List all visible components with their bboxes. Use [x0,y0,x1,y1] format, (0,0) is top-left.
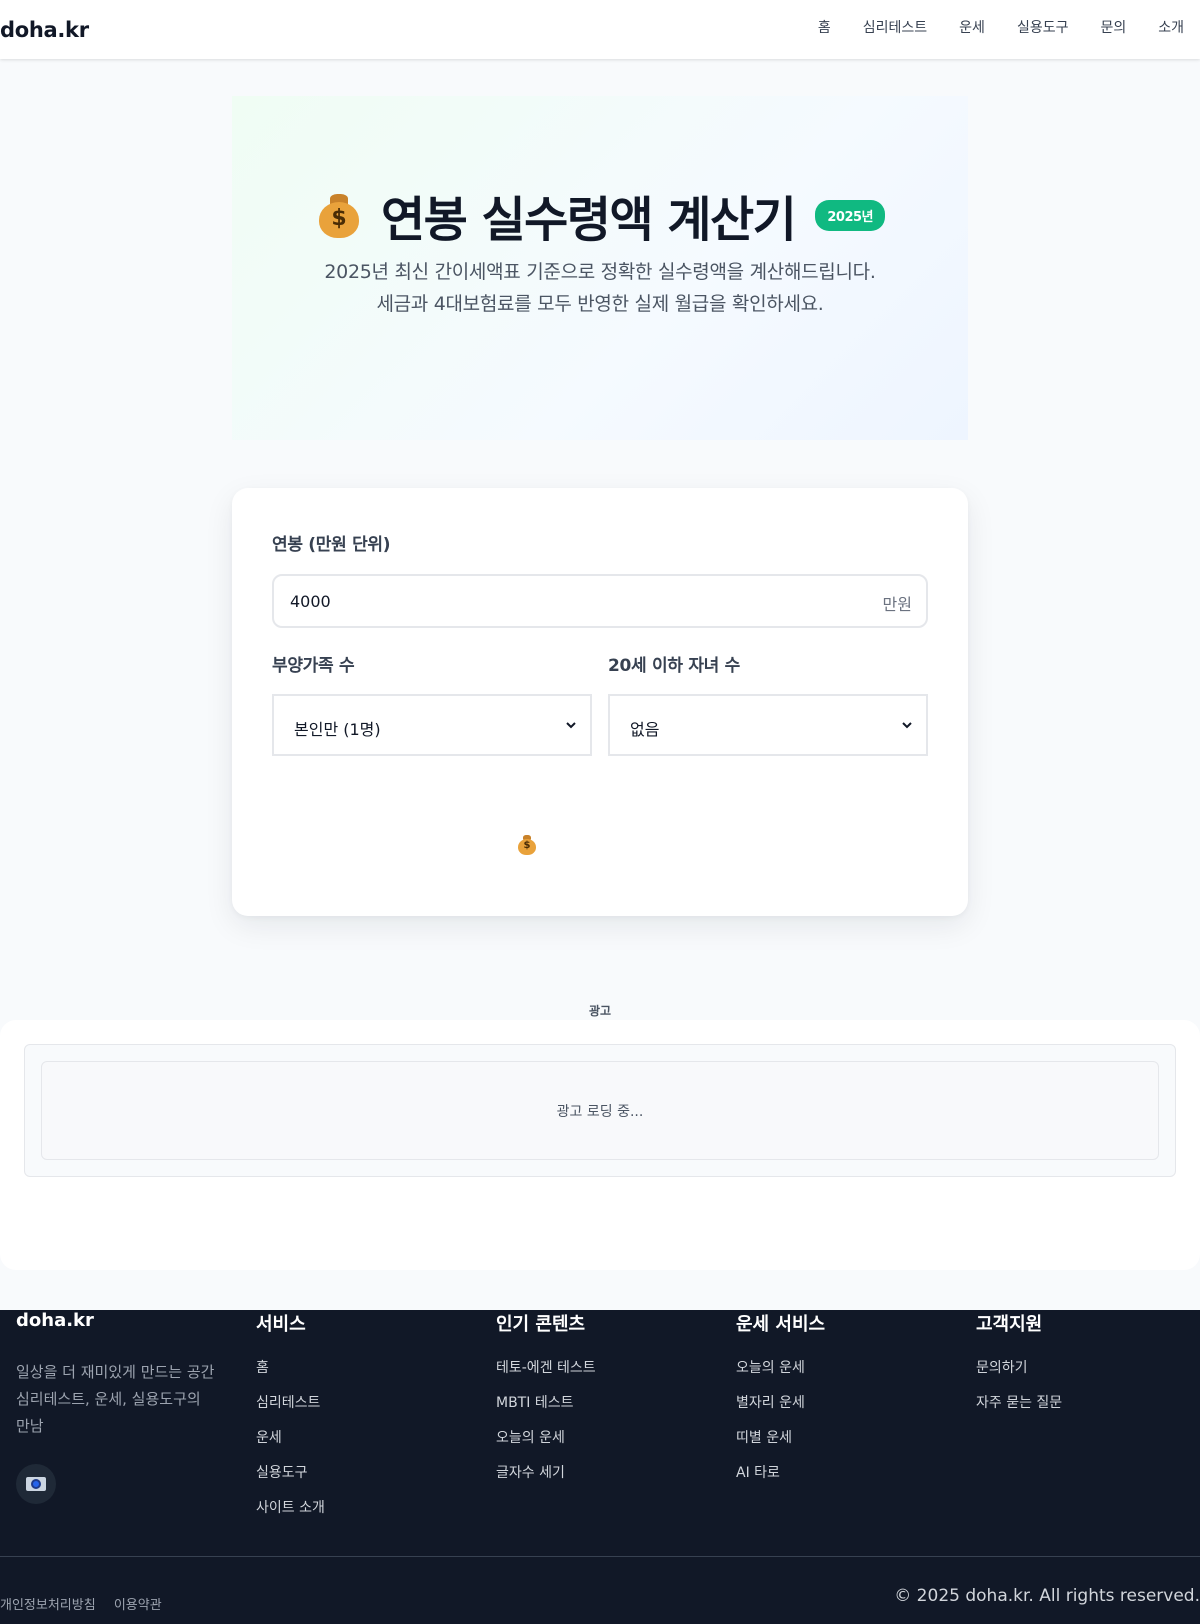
footer-link[interactable]: MBTI 테스트 [496,1395,596,1430]
children-select-value: 없음 [630,720,660,739]
chevron-down-icon [902,722,912,729]
footer-col-title: 고객지원 [976,1314,1043,1335]
footer-link[interactable]: 별자리 운세 [736,1395,825,1430]
year-badge: 2025년 [815,199,886,231]
footer-brand-col: doha.kr 일상을 더 재미있게 만드는 공간 심리테스트, 운세, 실용도… [16,1310,236,1504]
footer-link[interactable]: 오늘의 운세 [736,1360,825,1395]
site-footer: doha.kr 일상을 더 재미있게 만드는 공간 심리테스트, 운세, 실용도… [0,1310,1200,1624]
terms-link[interactable]: 이용약관 [114,1598,162,1613]
footer-col-support: 고객지원 문의하기 자주 묻는 질문 [976,1310,1062,1430]
calculator-card: 연봉 (만원 단위) 만원 부양가족 수 20세 이하 자녀 수 본인만 (1명… [232,488,968,916]
salary-label: 연봉 (만원 단위) [272,535,391,555]
footer-link[interactable]: 운세 [256,1430,325,1465]
footer-link[interactable]: 띠별 운세 [736,1430,825,1465]
footer-link[interactable]: 문의하기 [976,1360,1062,1395]
site-header: doha.kr 홈 심리테스트 운세 실용도구 문의 소개 [0,0,1200,59]
hero-subtitle: 2025년 최신 간이세액표 기준으로 정확한 실수령액을 계산해드립니다. 세… [232,256,968,320]
footer-link[interactable]: AI 타로 [736,1465,825,1500]
footer-legal-links: 개인정보처리방침 이용약관 [0,1594,176,1613]
footer-description: 일상을 더 재미있게 만드는 공간 심리테스트, 운세, 실용도구의 만남 [16,1359,236,1440]
chevron-down-icon [566,722,576,729]
footer-link[interactable]: 사이트 소개 [256,1500,325,1535]
salary-field[interactable]: 만원 [272,574,928,628]
footer-col-title: 운세 서비스 [736,1314,826,1335]
nav-item-psych-test[interactable]: 심리테스트 [863,17,927,37]
ad-section: 광고 로딩 중... [0,1020,1200,1270]
copyright: © 2025 doha.kr. All rights reserved. [894,1586,1200,1606]
footer-col-fortune: 운세 서비스 오늘의 운세 별자리 운세 띠별 운세 AI 타로 [736,1310,825,1500]
footer-logo[interactable]: doha.kr [16,1310,236,1331]
hero-title-row: $ 연봉 실수령액 계산기 2025년 [232,180,968,250]
ad-frame: 광고 로딩 중... [24,1044,1176,1177]
ad-label: 광고 [588,1004,612,1018]
footer-desc-line: 심리테스트, 운세, 실용도구의 [16,1390,201,1408]
footer-link[interactable]: 홈 [256,1360,325,1395]
main-nav: 홈 심리테스트 운세 실용도구 문의 소개 [786,0,1184,59]
footer-link[interactable]: 테토-에겐 테스트 [496,1360,596,1395]
footer-desc-line: 만남 [16,1417,44,1435]
nav-item-about[interactable]: 소개 [1158,17,1184,37]
footer-link[interactable]: 글자수 세기 [496,1465,596,1500]
ad-loading-text: 광고 로딩 중... [556,1103,644,1120]
site-logo[interactable]: doha.kr [0,18,89,42]
footer-col-title: 서비스 [256,1314,306,1335]
hero-section: $ 연봉 실수령액 계산기 2025년 2025년 최신 간이세액표 기준으로 … [232,96,968,440]
dependents-select-value: 본인만 (1명) [294,720,381,739]
footer-col-popular: 인기 콘텐츠 테토-에겐 테스트 MBTI 테스트 오늘의 운세 글자수 세기 [496,1310,596,1500]
nav-item-fortune[interactable]: 운세 [959,17,985,37]
hero-subtitle-line: 세금과 4대보험료를 모두 반영한 실제 월급을 확인하세요. [376,293,824,315]
money-bag-icon: $ [517,834,537,856]
children-select[interactable]: 없음 [608,694,928,756]
instagram-icon[interactable] [16,1464,56,1504]
page-title: 연봉 실수령액 계산기 [380,192,797,248]
salary-unit: 만원 [882,595,912,614]
footer-divider [0,1556,1200,1557]
dependents-label: 부양가족 수 [272,656,355,676]
privacy-policy-link[interactable]: 개인정보처리방침 [0,1598,96,1613]
salary-input[interactable] [290,576,850,626]
footer-link[interactable]: 오늘의 운세 [496,1430,596,1465]
nav-item-tools[interactable]: 실용도구 [1017,17,1069,37]
footer-col-services: 서비스 홈 심리테스트 운세 실용도구 사이트 소개 [256,1310,325,1535]
ad-slot[interactable]: 광고 로딩 중... [41,1061,1159,1160]
dependents-select[interactable]: 본인만 (1명) [272,694,592,756]
nav-item-home[interactable]: 홈 [818,17,831,37]
nav-item-contact[interactable]: 문의 [1100,17,1126,37]
children-label: 20세 이하 자녀 수 [608,656,740,676]
footer-desc-line: 일상을 더 재미있게 만드는 공간 [16,1363,215,1381]
footer-col-title: 인기 콘텐츠 [496,1314,586,1335]
footer-link[interactable]: 자주 묻는 질문 [976,1395,1062,1430]
footer-link[interactable]: 실용도구 [256,1465,325,1500]
hero-subtitle-line: 2025년 최신 간이세액표 기준으로 정확한 실수령액을 계산해드립니다. [324,261,876,283]
footer-link[interactable]: 심리테스트 [256,1395,325,1430]
money-bag-icon: $ [315,192,361,238]
